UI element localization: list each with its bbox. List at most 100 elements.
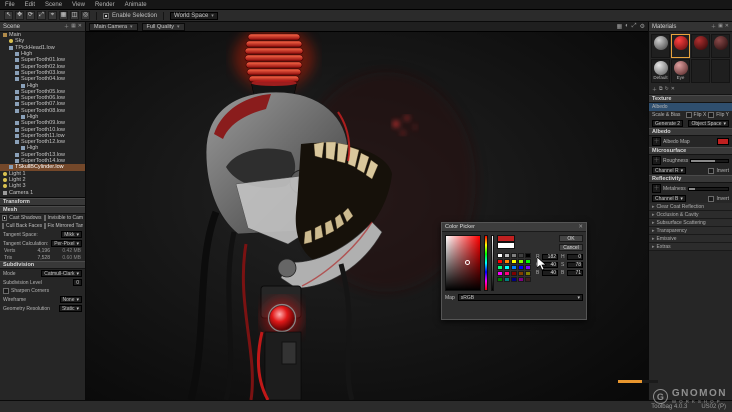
material-item[interactable] [691, 34, 710, 58]
material-item[interactable] [651, 34, 670, 58]
3d-scene-render[interactable] [86, 32, 648, 400]
color-swatch[interactable] [497, 277, 504, 282]
add-material-icon[interactable]: ＋ [711, 23, 716, 30]
pivot-icon[interactable]: ⌖ [48, 11, 57, 20]
rotate-icon[interactable]: ⟳ [26, 11, 35, 20]
material-item[interactable]: Default [651, 59, 670, 83]
material-section-collapsed[interactable]: ▸ Extras [649, 243, 732, 251]
video-progress-bar[interactable] [618, 380, 658, 383]
color-swatch[interactable] [504, 259, 511, 264]
value-slider[interactable] [490, 235, 495, 291]
material-section-collapsed[interactable]: ▸ Clear Coat Reflection [649, 203, 732, 211]
menu-item-edit[interactable]: Edit [20, 2, 40, 8]
delete-material-icon[interactable]: ✕ [725, 23, 729, 30]
fix-mirrored-tangents-checkbox[interactable] [43, 223, 46, 229]
scale-icon[interactable]: ⤢ [37, 11, 46, 20]
material-section-collapsed[interactable]: ▸ Occlusion & Cavity [649, 211, 732, 219]
wireframe-dropdown[interactable]: None ▾ [59, 296, 82, 303]
cancel-button[interactable]: Cancel [559, 244, 584, 251]
tangent-calc-dropdown[interactable]: Per-Pixel ▾ [51, 240, 82, 247]
albedo-color-swatch[interactable] [717, 138, 729, 145]
texture-section-header[interactable]: Texture [649, 95, 732, 103]
material-item[interactable] [711, 59, 730, 83]
color-swatch[interactable] [511, 259, 518, 264]
filter-icon[interactable]: ▦ [71, 23, 76, 30]
roughness-channel-dropdown[interactable]: Channel R ▾ [652, 167, 687, 174]
cull-back-faces-checkbox[interactable] [2, 223, 4, 229]
color-swatch[interactable] [525, 265, 532, 270]
metalness-invert-checkbox[interactable] [708, 195, 715, 202]
microsurface-section-header[interactable]: Microsurface [649, 147, 732, 155]
grid-icon[interactable]: ▦ [617, 23, 623, 30]
color-swatch[interactable] [511, 277, 518, 282]
color-swatch[interactable] [525, 259, 532, 264]
menu-item-scene[interactable]: Scene [40, 2, 67, 8]
menu-item-animate[interactable]: Animate [120, 2, 152, 8]
color-swatch[interactable] [511, 265, 518, 270]
camera-dropdown[interactable]: Main Camera ▾ [89, 22, 138, 31]
color-swatch[interactable] [518, 253, 525, 258]
invisible-to-camera-checkbox[interactable] [43, 215, 46, 221]
material-section-collapsed[interactable]: ▸ Transparency [649, 227, 732, 235]
texture-slot-icon[interactable]: ＋ [652, 184, 661, 193]
select-arrow-icon[interactable]: ↖ [4, 11, 13, 20]
delete-icon[interactable]: ✕ [78, 23, 82, 30]
sharpen-corners-checkbox[interactable] [3, 288, 9, 294]
color-swatch[interactable] [518, 265, 525, 270]
color-swatch[interactable] [525, 277, 532, 282]
color-field-value[interactable]: 0 [567, 253, 584, 260]
quality-dropdown[interactable]: Full Quality ▾ [141, 22, 185, 31]
flip-x-checkbox[interactable] [685, 112, 692, 118]
albedo-section-header[interactable]: Albedo [649, 128, 732, 136]
color-swatch[interactable] [511, 271, 518, 276]
color-swatch[interactable] [504, 253, 511, 258]
color-swatch[interactable] [497, 265, 504, 270]
expand-icon[interactable]: ⤢ [632, 23, 637, 30]
shading-icon[interactable]: ◐ [625, 23, 629, 30]
material-item[interactable] [711, 34, 730, 58]
mesh-section-header[interactable]: Mesh [0, 206, 85, 214]
cast-shadows-checkbox[interactable] [2, 215, 8, 221]
snap-icon[interactable]: ▦ [59, 11, 68, 20]
folder-icon[interactable]: ▣ [718, 23, 723, 30]
reflectivity-section-header[interactable]: Reflectivity [649, 175, 732, 183]
mirror-icon[interactable]: ◫ [70, 11, 79, 20]
color-field-value[interactable]: 78 [567, 261, 584, 268]
color-marker[interactable] [464, 259, 470, 265]
roughness-slider[interactable] [690, 158, 729, 163]
color-swatch[interactable] [504, 277, 511, 282]
color-swatch[interactable] [511, 253, 518, 258]
tangent-space-dropdown[interactable]: Mikk ▾ [61, 231, 82, 238]
color-swatch[interactable] [497, 259, 504, 264]
focus-icon[interactable]: ◎ [81, 11, 90, 20]
color-swatch[interactable] [518, 271, 525, 276]
texture-slot-icon[interactable]: ＋ [652, 156, 661, 165]
color-swatch[interactable] [525, 271, 532, 276]
space-dropdown[interactable]: World Space ▾ [170, 11, 218, 20]
menu-item-view[interactable]: View [67, 2, 90, 8]
material-item[interactable] [691, 59, 710, 83]
material-item[interactable]: Eye [671, 59, 690, 83]
material-section-collapsed[interactable]: ▸ Subsurface Scattering [649, 219, 732, 227]
albedo-tab[interactable]: Albedo [649, 103, 732, 111]
add-icon[interactable]: ＋ [64, 23, 69, 30]
map-dropdown[interactable]: sRGB ▾ [457, 294, 583, 301]
saturation-value-field[interactable] [445, 235, 481, 291]
color-swatch[interactable] [525, 253, 532, 258]
geometry-resolution-dropdown[interactable]: Static ▾ [58, 305, 82, 312]
color-swatch[interactable] [504, 271, 511, 276]
roughness-invert-checkbox[interactable] [708, 167, 715, 174]
menu-item-file[interactable]: File [0, 2, 20, 8]
metalness-channel-dropdown[interactable]: Channel B ▾ [652, 195, 686, 202]
texture-slot-icon[interactable]: ＋ [652, 137, 661, 146]
close-icon[interactable]: ✕ [578, 224, 583, 230]
ok-button[interactable]: OK [559, 235, 584, 242]
viewport[interactable]: Main Camera ▾ Full Quality ▾ ▦ ◐ ⤢ ⚙ [86, 22, 648, 400]
color-swatch[interactable] [518, 277, 525, 282]
remove-material-icon[interactable]: ✕ [671, 86, 675, 93]
tree-item[interactable]: Camera 1 [0, 189, 85, 196]
move-icon[interactable]: ✥ [15, 11, 24, 20]
subdiv-level-field[interactable]: 0 [73, 279, 82, 286]
color-swatch[interactable] [504, 265, 511, 270]
subdiv-mode-dropdown[interactable]: Catmull-Clark ▾ [41, 270, 82, 277]
